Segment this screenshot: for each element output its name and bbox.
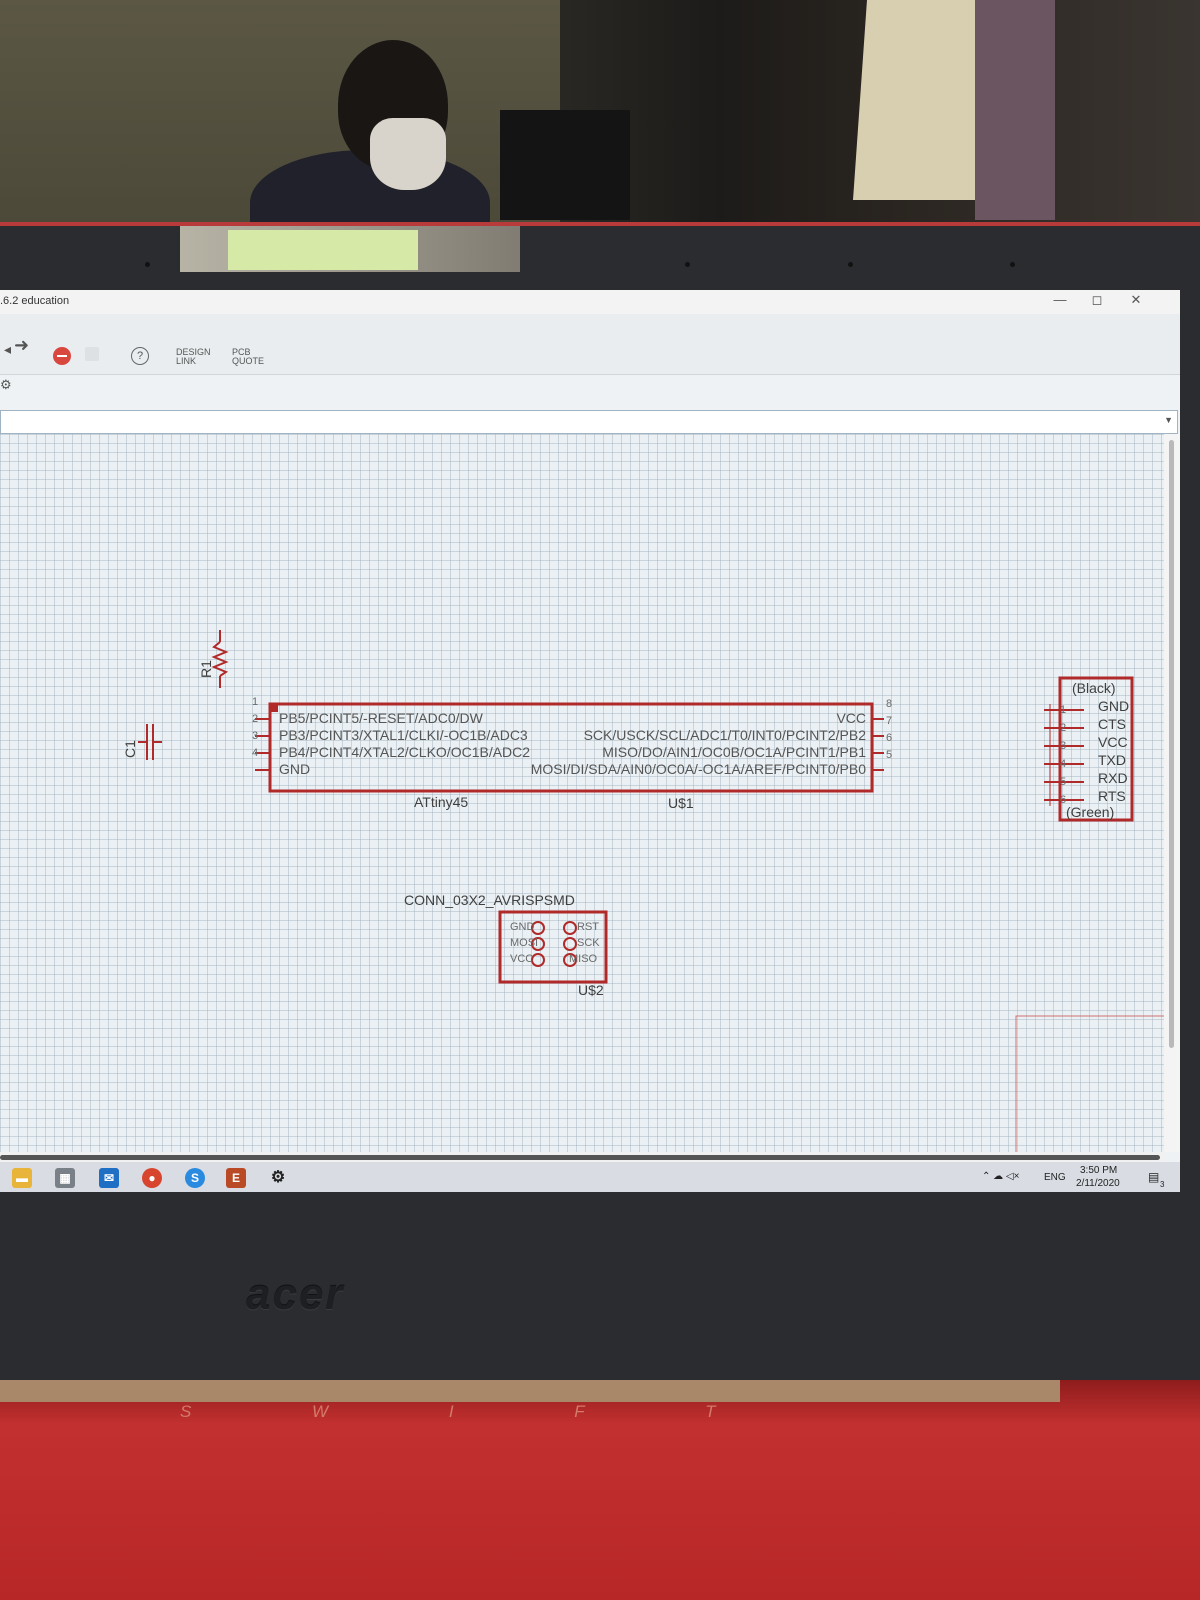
ftdi-pin-number: 5 (1060, 776, 1067, 788)
pin-label: PB5/PCINT5/-RESET/ADC0/DW (279, 710, 483, 726)
design-link-button[interactable]: DESIGN LINK (176, 348, 216, 366)
tape (180, 226, 520, 272)
schematic-svg (138, 630, 1164, 1152)
eagle-icon[interactable]: E (226, 1168, 246, 1188)
pin-label: MOSI/DI/SDA/AIN0/OC0A/-OC1A/AREF/PCINT0/… (530, 761, 866, 777)
close-button[interactable]: ✕ (1126, 292, 1146, 310)
tray-icons[interactable]: ⌃ ☁ ◁× (982, 1171, 1019, 1182)
acer-logo: acer (246, 1270, 345, 1319)
bezel-dot (848, 262, 853, 267)
tape-label (228, 230, 418, 270)
command-line-input[interactable]: ▼ (0, 410, 1178, 434)
drawing-frame (1015, 1015, 1164, 1152)
scrollbar-thumb[interactable] (1169, 440, 1174, 1048)
settings-icon[interactable]: ⚙ (268, 1168, 288, 1188)
ftdi-top-label: (Black) (1072, 680, 1116, 696)
dropdown-arrow-icon[interactable]: ▼ (1164, 415, 1173, 425)
store-icon[interactable]: ▦ (55, 1168, 75, 1188)
clock-date[interactable]: 2/11/2020 (1076, 1178, 1120, 1189)
window-title: .6.2 education (0, 295, 70, 307)
pin-number: 1 (252, 696, 259, 708)
minimize-button[interactable]: — (1050, 292, 1070, 310)
schematic-canvas[interactable]: R1 C1 1 2 3 4 8 7 6 5 PB5/PCINT5/-RESET/… (0, 434, 1164, 1152)
pin-label: GND (279, 761, 311, 777)
isp-pin-label: MISO (569, 953, 598, 965)
back-arrow-icon[interactable]: ◂ (4, 342, 11, 356)
disabled-button[interactable] (85, 347, 99, 361)
ftdi-pin-number: 4 (1060, 758, 1067, 770)
pin-number: 4 (252, 747, 259, 759)
window-titlebar: .6.2 education — ◻ ✕ (0, 290, 1180, 314)
horizontal-scrollbar[interactable] (0, 1152, 1164, 1162)
pin-label: VCC (836, 710, 866, 726)
background-photo (0, 0, 1200, 240)
scrollbar-thumb[interactable] (0, 1155, 1160, 1160)
door (975, 0, 1055, 220)
pin-number: 8 (886, 698, 893, 710)
notification-icon[interactable]: ▤ (1148, 1170, 1159, 1184)
ftdi-pin: CTS (1098, 716, 1126, 732)
attiny-name: ATtiny45 (414, 794, 469, 810)
capacitor-name: C1 (122, 740, 138, 758)
keyboard-deck: S W I F T (0, 1380, 1200, 1600)
toolbar: ◂ ➜ ? DESIGN LINK PCB QUOTE ⚙ (0, 314, 1180, 391)
language-indicator[interactable]: ENG (1044, 1172, 1066, 1183)
pin-label: SCK/USCK/SCL/ADC1/T0/INT0/PCINT2/PB2 (583, 727, 866, 743)
notification-count: 3 (1160, 1180, 1165, 1189)
pin-label: PB4/PCINT4/XTAL2/CLKO/OC1B/ADC2 (279, 744, 531, 760)
ftdi-pin: GND (1098, 698, 1130, 714)
hinge (0, 1380, 1060, 1402)
isp-pin-label: GND (510, 921, 535, 933)
attiny-ref: U$1 (668, 795, 694, 811)
redo-arrow-icon[interactable]: ➜ (14, 336, 29, 354)
resistor-name: R1 (198, 660, 214, 678)
skype-icon[interactable]: S (185, 1168, 205, 1188)
vertical-scrollbar[interactable] (1164, 434, 1180, 1152)
isp-pin-label: VCC (510, 953, 534, 965)
isp-name: CONN_03X2_AVRISPSMD (404, 892, 575, 908)
pin-number: 3 (252, 730, 259, 742)
pin-label: MISO/DO/AIN1/OC0B/OC1A/PCINT1/PB1 (602, 744, 866, 760)
swift-label: S W I F T (180, 1402, 774, 1421)
maximize-button[interactable]: ◻ (1087, 292, 1107, 310)
stop-icon[interactable] (53, 347, 71, 365)
ftdi-pin: TXD (1098, 752, 1126, 768)
pin-number: 6 (886, 732, 893, 744)
isp-pin-label: MOSI (510, 937, 539, 949)
taskbar: ▬ ▦ ✉ ● S E ⚙ ⌃ ☁ ◁× ENG 3:50 PM 2/11/20… (0, 1162, 1180, 1192)
bezel-dot (145, 262, 150, 267)
pin-label: PB3/PCINT3/XTAL1/CLKI/-OC1B/ADC3 (279, 727, 528, 743)
gear-icon[interactable]: ⚙ (0, 378, 12, 391)
clock-time[interactable]: 3:50 PM (1080, 1165, 1117, 1176)
screen: .6.2 education — ◻ ✕ ◂ ➜ ? DESIGN LINK P… (0, 290, 1180, 1192)
face-mask (370, 118, 446, 190)
bezel-dot (685, 262, 690, 267)
capacitor-symbol[interactable] (138, 724, 162, 760)
ftdi-pin: RTS (1098, 788, 1126, 804)
ftdi-pin-number: 1 (1060, 704, 1067, 716)
isp-pin-label: RST (577, 921, 599, 933)
ftdi-pin: RXD (1098, 770, 1128, 786)
ftdi-pin: VCC (1098, 734, 1128, 750)
isp-ref: U$2 (578, 982, 604, 998)
help-icon[interactable]: ? (131, 347, 149, 365)
mail-icon[interactable]: ✉ (99, 1168, 119, 1188)
background-monitor (500, 110, 630, 220)
ftdi-pin-number: 3 (1060, 740, 1067, 752)
pin-number: 5 (886, 749, 893, 761)
pin-number: 2 (252, 713, 259, 725)
isp-pin-label: SCK (577, 937, 600, 949)
pcb-quote-button[interactable]: PCB QUOTE (232, 348, 272, 366)
ftdi-pin-number: 2 (1060, 722, 1067, 734)
bezel-dot (1010, 262, 1015, 267)
pin-number: 7 (886, 715, 893, 727)
resistor-symbol[interactable] (211, 630, 229, 688)
file-explorer-icon[interactable]: ▬ (12, 1168, 32, 1188)
chrome-icon[interactable]: ● (142, 1168, 162, 1188)
ftdi-bottom-label: (Green) (1066, 804, 1115, 820)
